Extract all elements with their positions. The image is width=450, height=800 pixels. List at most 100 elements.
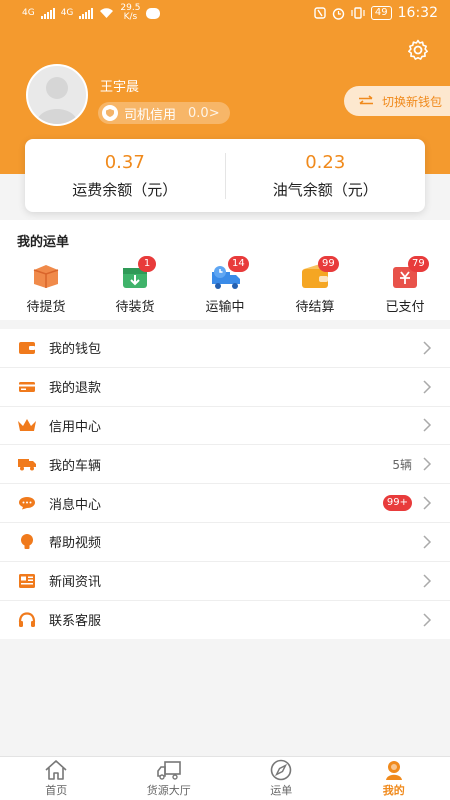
shield-icon — [102, 105, 118, 121]
menu-label: 我的钱包 — [49, 342, 102, 358]
bottom-navigation: 首页 货源大厅 运单 我的 — [0, 756, 450, 800]
chevron-right-icon — [423, 418, 432, 433]
vehicle-count: 5辆 — [392, 457, 412, 472]
unread-badge: 99+ — [382, 495, 412, 512]
chevron-right-icon — [423, 535, 432, 549]
my-orders-title: 我的运单 — [17, 235, 70, 250]
chevron-right-icon — [423, 341, 432, 355]
network-speed: 29.5 K/s — [120, 3, 141, 22]
menu-label: 消息中心 — [49, 497, 102, 513]
truck-icon — [17, 455, 37, 473]
order-paid[interactable]: 79 已支付 — [370, 256, 440, 315]
nav-label: 首页 — [45, 784, 68, 797]
order-pending-settlement[interactable]: 99 待结算 — [280, 256, 350, 315]
home-icon — [45, 760, 67, 780]
crown-icon — [17, 416, 37, 434]
avatar-placeholder-icon — [36, 77, 78, 124]
order-pending-loading[interactable]: 1 待装货 — [100, 256, 170, 315]
badge: 79 — [408, 256, 429, 272]
switch-wallet-button[interactable]: 切换新钱包 — [343, 86, 450, 116]
profile-icon — [385, 761, 402, 780]
chevron-right-icon — [423, 457, 432, 471]
battery-icon: 49 — [370, 6, 392, 20]
truck-icon — [156, 761, 181, 780]
wallet-icon — [17, 339, 37, 357]
chevron-right-icon — [423, 380, 432, 394]
badge: 1 — [138, 256, 156, 272]
card-icon — [17, 378, 37, 396]
nav-label: 货源大厅 — [146, 784, 191, 797]
transit-truck-icon: 14 — [210, 256, 249, 290]
menu-my-refund[interactable]: 我的退款 — [0, 368, 450, 407]
compass-icon — [270, 759, 292, 781]
wifi-icon — [100, 8, 114, 18]
order-label: 运输中 — [205, 300, 245, 315]
menu-news[interactable]: 新闻资讯 — [0, 562, 450, 601]
download-box-icon: 1 — [120, 256, 156, 290]
nav-cargo-hall[interactable]: 货源大厅 — [113, 757, 226, 800]
box-icon — [31, 262, 61, 290]
fuel-balance-label: 油气余额（元） — [272, 180, 378, 199]
freight-balance-label: 运费余额（元） — [72, 180, 178, 199]
switch-wallet-label: 切换新钱包 — [381, 94, 442, 109]
menu-label: 联系客服 — [49, 614, 102, 630]
network-type-2: 4G — [60, 7, 74, 18]
newspaper-icon — [17, 572, 37, 590]
menu-label: 信用中心 — [49, 419, 102, 435]
menu-label: 新闻资讯 — [49, 575, 102, 591]
network-type: 4G — [22, 7, 35, 18]
freight-balance-value: 0.37 — [104, 151, 145, 173]
chat-bubble-icon — [17, 494, 37, 512]
chevron-right-icon — [423, 613, 432, 627]
swap-icon — [358, 95, 373, 105]
lightbulb-icon — [17, 533, 37, 551]
nfc-icon — [314, 7, 326, 19]
menu-label: 我的退款 — [49, 381, 102, 397]
menu-list: 我的钱包 我的退款 信用中心 我的车辆 5辆 消息中心 99+ 帮助视频 新闻资… — [0, 329, 450, 640]
order-label: 待结算 — [295, 300, 335, 315]
order-pending-pickup[interactable]: 待提货 — [11, 262, 81, 315]
nav-waybill[interactable]: 运单 — [225, 757, 338, 800]
credit-value: 0.0> — [188, 105, 220, 121]
settings-icon[interactable] — [406, 38, 430, 62]
fuel-balance[interactable]: 0.23 油气余额（元） — [226, 152, 426, 200]
balance-card: 0.37 运费余额（元） 0.23 油气余额（元） — [25, 139, 425, 212]
signal-icon — [40, 7, 55, 19]
order-in-transit[interactable]: 14 运输中 — [190, 256, 260, 315]
menu-my-vehicles[interactable]: 我的车辆 5辆 — [0, 445, 450, 485]
menu-my-wallet[interactable]: 我的钱包 — [0, 329, 450, 368]
menu-label: 帮助视频 — [49, 536, 102, 552]
nav-label: 我的 — [382, 784, 405, 797]
nav-mine[interactable]: 我的 — [338, 757, 450, 800]
badge: 99 — [318, 256, 339, 272]
menu-customer-service[interactable]: 联系客服 — [0, 601, 450, 640]
nav-label: 运单 — [270, 784, 293, 797]
menu-message-center[interactable]: 消息中心 99+ — [0, 484, 450, 523]
status-bar: 4G 4G 29.5 K/s 49 16:32 — [0, 0, 450, 26]
freight-balance[interactable]: 0.37 运费余额（元） — [25, 152, 225, 200]
alarm-icon — [332, 7, 345, 20]
clock: 16:32 — [397, 5, 438, 21]
menu-help-video[interactable]: 帮助视频 — [0, 523, 450, 562]
signal-icon-2 — [79, 7, 94, 19]
order-label: 待提货 — [26, 300, 66, 315]
driver-credit-pill[interactable]: 司机信用 0.0> — [98, 102, 230, 124]
my-orders-section: 我的运单 待提货 1 待装货 14 运输中 99 待结算 79 已支付 — [0, 220, 450, 320]
chevron-right-icon — [423, 496, 432, 510]
order-label: 已支付 — [385, 300, 425, 315]
nav-home[interactable]: 首页 — [0, 757, 113, 800]
wallet-icon: 99 — [300, 256, 339, 290]
order-label: 待装货 — [115, 300, 155, 315]
vibrate-icon — [351, 7, 365, 19]
headset-icon — [17, 611, 37, 629]
username: 王宇晨 — [100, 80, 140, 95]
credit-label: 司机信用 — [124, 107, 177, 123]
message-icon — [146, 7, 161, 19]
fuel-balance-value: 0.23 — [305, 151, 346, 173]
badge: 14 — [228, 256, 249, 272]
menu-credit-center[interactable]: 信用中心 — [0, 407, 450, 446]
menu-label: 我的车辆 — [49, 458, 102, 474]
yuan-payment-icon: 79 — [390, 256, 429, 290]
chevron-right-icon — [423, 574, 432, 588]
avatar[interactable] — [26, 64, 88, 126]
